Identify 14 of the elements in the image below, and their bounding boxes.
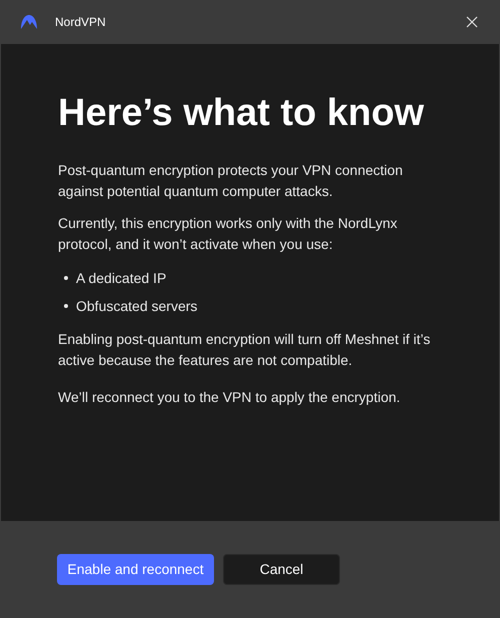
dialog-heading: Here’s what to know (58, 91, 425, 136)
paragraph: We’ll reconnect you to the VPN to apply the encryption. (58, 388, 402, 407)
paragraph: Post-quantum encryption protects your VPN connection against potential quantum computer attacks. (58, 160, 404, 201)
list-item: A dedicated IP (76, 268, 166, 288)
cancel-button[interactable]: Cancel (223, 554, 340, 585)
window-title: NordVPN (55, 14, 106, 31)
paragraph: Currently, this encryption works only with the NordLynx protocol, and it won’t activate when you use: (58, 214, 398, 254)
paragraph: Enabling post-quantum encryption will turn off Meshnet if it’s active because the features are not compatible. (58, 330, 432, 370)
logo-icon (20, 14, 38, 30)
bullet-icon (64, 304, 68, 308)
enable-button[interactable]: Enable and reconnect (57, 554, 214, 585)
list-item: Obfuscated servers (76, 296, 198, 316)
bullet-icon (64, 276, 68, 280)
close-icon[interactable] (466, 16, 478, 28)
